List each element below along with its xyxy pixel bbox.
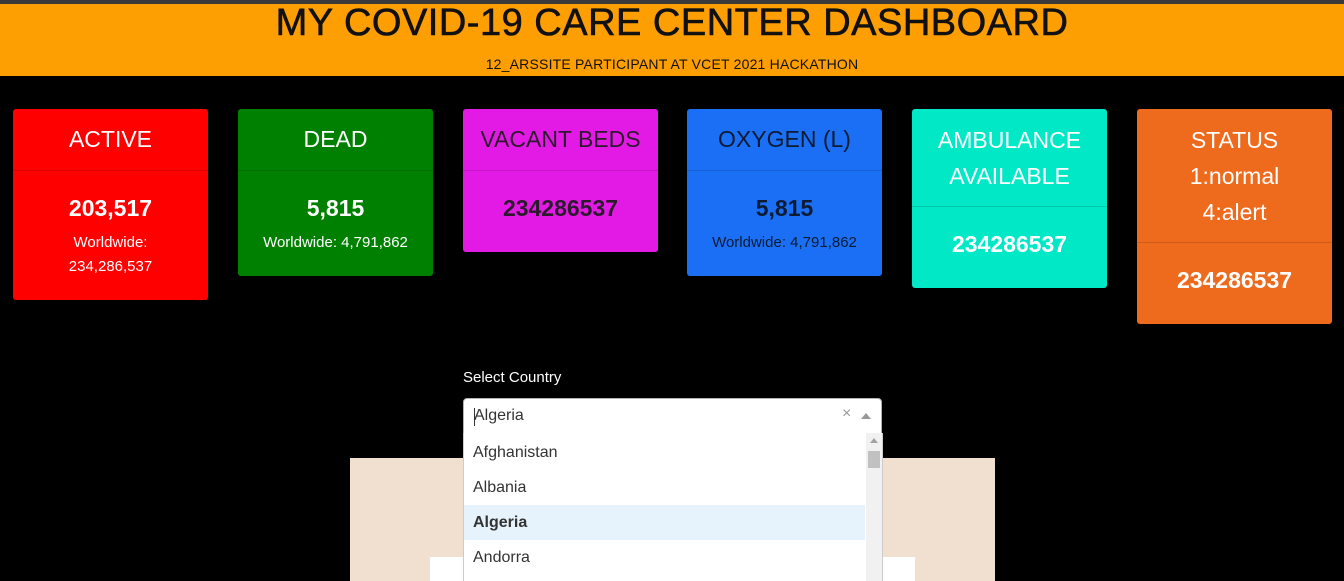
dead-card-title: DEAD bbox=[238, 109, 433, 171]
status-title-line2: 1:normal bbox=[1189, 162, 1280, 189]
scroll-up-icon[interactable] bbox=[870, 438, 878, 443]
country-select-value[interactable]: Algeria bbox=[474, 407, 524, 425]
oxygen-count: 5,815 bbox=[755, 195, 814, 221]
country-options-menu[interactable]: Afghanistan Albania Algeria Andorra bbox=[463, 433, 883, 581]
page-title: MY COVID-19 CARE CENTER DASHBOARD bbox=[275, 2, 1069, 44]
active-count: 203,517 bbox=[68, 195, 153, 221]
dead-card: DEAD 5,815 Worldwide: 4,791,862 bbox=[238, 109, 433, 276]
vacant-beds-card-title: VACANT BEDS bbox=[463, 109, 658, 171]
page-header: MY COVID-19 CARE CENTER DASHBOARD 12_ARS… bbox=[0, 4, 1344, 76]
dead-count: 5,815 bbox=[306, 195, 365, 221]
status-count: 234286537 bbox=[1176, 267, 1293, 293]
oxygen-card-title: OXYGEN (L) bbox=[687, 109, 882, 171]
option-afghanistan[interactable]: Afghanistan bbox=[464, 435, 865, 470]
dead-worldwide: Worldwide: 4,791,862 bbox=[263, 234, 408, 251]
page-subtitle: 12_ARSSITE PARTICIPANT AT VCET 2021 HACK… bbox=[485, 56, 859, 72]
option-albania[interactable]: Albania bbox=[464, 470, 865, 505]
active-card: ACTIVE 203,517 Worldwide: 234,286,537 bbox=[13, 109, 208, 300]
status-card-title: STATUS 1:normal 4:alert bbox=[1137, 109, 1332, 243]
scrollbar-thumb[interactable] bbox=[868, 451, 880, 468]
option-andorra[interactable]: Andorra bbox=[464, 540, 865, 575]
clear-icon[interactable]: × bbox=[842, 405, 851, 423]
menu-scrollbar[interactable] bbox=[866, 433, 882, 581]
oxygen-worldwide: Worldwide: 4,791,862 bbox=[712, 234, 857, 251]
active-card-title: ACTIVE bbox=[13, 109, 208, 171]
chevron-up-icon[interactable] bbox=[861, 413, 871, 419]
ambulance-title-line1: AMBULANCE bbox=[937, 126, 1082, 153]
ambulance-card-title: AMBULANCE AVAILABLE bbox=[912, 109, 1107, 207]
ambulance-count: 234286537 bbox=[951, 231, 1068, 257]
status-title-line1: STATUS bbox=[1190, 126, 1279, 153]
oxygen-card: OXYGEN (L) 5,815 Worldwide: 4,791,862 bbox=[687, 109, 882, 276]
status-title-line3: 4:alert bbox=[1202, 198, 1267, 225]
vacant-beds-card: VACANT BEDS 234286537 bbox=[463, 109, 658, 252]
country-select-label: Select Country bbox=[463, 369, 562, 386]
vacant-beds-count: 234286537 bbox=[502, 195, 619, 221]
option-algeria[interactable]: Algeria bbox=[464, 505, 865, 540]
country-select[interactable]: Algeria × bbox=[463, 398, 882, 435]
status-card: STATUS 1:normal 4:alert 234286537 bbox=[1137, 109, 1332, 324]
ambulance-title-line2: AVAILABLE bbox=[949, 162, 1070, 189]
active-worldwide-label: Worldwide: bbox=[73, 234, 148, 251]
ambulance-card: AMBULANCE AVAILABLE 234286537 bbox=[912, 109, 1107, 288]
active-worldwide-value: 234,286,537 bbox=[68, 258, 153, 275]
